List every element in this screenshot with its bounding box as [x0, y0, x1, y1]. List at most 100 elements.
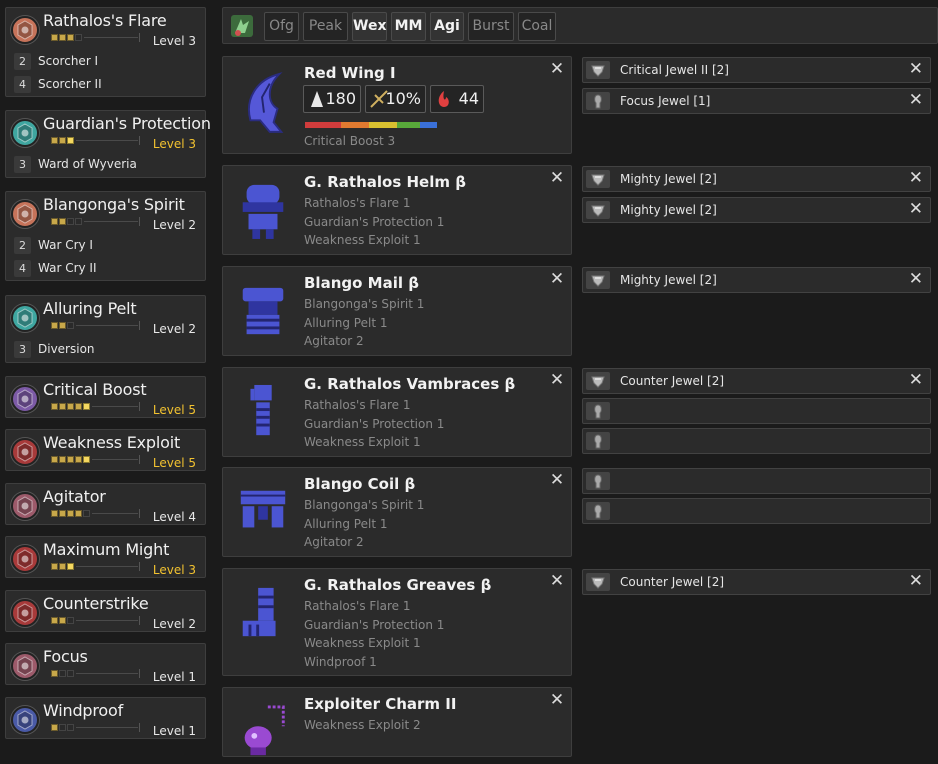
- skill-level: Level 2: [152, 322, 196, 336]
- skill-name: Alluring Pelt: [43, 299, 137, 318]
- equipment-card[interactable]: Blango Coil β ✕ Blangonga's Spirit 1 Alluri…: [222, 467, 572, 557]
- set-bonus-row: 4 Scorcher II: [6, 73, 205, 96]
- blangonga-emblem-icon: [11, 200, 39, 228]
- level-pip: [67, 510, 74, 517]
- level-pip: [59, 510, 66, 517]
- level-pip: [67, 563, 74, 570]
- skill-name: Weakness Exploit: [43, 433, 181, 452]
- app-logo-icon[interactable]: [229, 13, 255, 39]
- equipment-skill: Weakness Exploit 1: [304, 233, 421, 248]
- equipment-skill: Guardian's Protection 1: [304, 617, 445, 632]
- filter-chip-agi[interactable]: Agi: [430, 12, 464, 41]
- equipment-skill: Weakness Exploit 2: [304, 718, 421, 732]
- skill-card[interactable]: Counterstrike Level 2: [5, 590, 206, 632]
- decoration-name: Mighty Jewel [2]: [620, 273, 717, 287]
- filter-chip-peak[interactable]: Peak: [303, 12, 348, 41]
- bonus-name: War Cry I: [38, 238, 93, 252]
- equipment-card[interactable]: Exploiter Charm II ✕ Weakness Exploit 2: [222, 687, 572, 757]
- remove-equipment-button[interactable]: ✕: [549, 372, 565, 389]
- set-bonus-row: 3 Diversion: [6, 338, 205, 361]
- filter-chip-wex[interactable]: Wex: [352, 12, 387, 41]
- skill-card[interactable]: Focus Level 1: [5, 643, 206, 685]
- empty-decoration-slot[interactable]: [582, 428, 931, 454]
- equipment-skill: Weakness Exploit 1: [304, 636, 421, 651]
- remove-decoration-button[interactable]: ✕: [909, 61, 923, 78]
- skill-header: Windproof Level 1: [6, 698, 205, 740]
- equipment-card[interactable]: Red Wing I ✕ 180 10% 44 Critical Boost 3: [222, 56, 572, 154]
- remove-decoration-button[interactable]: ✕: [909, 573, 923, 590]
- level-pip: [67, 456, 74, 463]
- level-pip: [51, 137, 58, 144]
- skill-card[interactable]: Agitator Level 4: [5, 483, 206, 525]
- filter-chip-burst[interactable]: Burst: [468, 12, 514, 41]
- remove-decoration-button[interactable]: ✕: [909, 372, 923, 389]
- decoration-slot[interactable]: Focus Jewel [1] ✕: [582, 88, 931, 114]
- remove-equipment-button[interactable]: ✕: [549, 472, 565, 489]
- empty-decoration-slot[interactable]: [582, 468, 931, 494]
- equipment-card[interactable]: G. Rathalos Greaves β ✕ Rathalos's Flare 1…: [222, 568, 572, 676]
- skill-name: Windproof: [43, 701, 124, 720]
- remove-equipment-button[interactable]: ✕: [549, 170, 565, 187]
- skill-header: Agitator Level 4: [6, 484, 205, 526]
- remove-equipment-button[interactable]: ✕: [549, 692, 565, 709]
- equipment-name: G. Rathalos Greaves β: [304, 576, 492, 594]
- skill-card[interactable]: Critical Boost Level 5: [5, 376, 206, 418]
- armor-jewel-icon: [586, 201, 610, 219]
- focus-icon: [11, 652, 39, 680]
- set-bonus-row: 2 Scorcher I: [6, 50, 205, 73]
- level-pip: [83, 510, 90, 517]
- level-pip: [83, 403, 90, 410]
- bonus-piece-count: 4: [14, 260, 31, 277]
- filter-chip-coal[interactable]: Coal: [518, 12, 556, 41]
- skill-level: Level 2: [152, 218, 196, 232]
- level-pip: [51, 724, 58, 731]
- remove-equipment-button[interactable]: ✕: [549, 271, 565, 288]
- skill-card[interactable]: Weakness Exploit Level 5: [5, 429, 206, 471]
- windproof-icon: [11, 706, 39, 734]
- skill-card[interactable]: Alluring Pelt Level 2 3 Diversion: [5, 295, 206, 363]
- sharpness-orange: [340, 122, 370, 128]
- attack-stat-value: 180: [325, 89, 356, 108]
- skill-card[interactable]: Guardian's Protection Level 3 3 Ward of Wyv…: [5, 110, 211, 178]
- charm-icon: [244, 705, 285, 756]
- chest-icon: [242, 287, 284, 335]
- counterstrike-icon: [11, 599, 39, 627]
- equipment-card[interactable]: G. Rathalos Vambraces β ✕ Rathalos's Flare…: [222, 367, 572, 457]
- level-track-end: [139, 723, 140, 732]
- bonus-name: Scorcher I: [38, 54, 99, 68]
- filter-chip-mm[interactable]: MM: [391, 12, 426, 41]
- decoration-slot[interactable]: Mighty Jewel [2] ✕: [582, 166, 931, 192]
- skill-card[interactable]: Blangonga's Spirit Level 2 2 War Cry I 4 War …: [5, 191, 206, 281]
- decoration-slot[interactable]: Mighty Jewel [2] ✕: [582, 197, 931, 223]
- empty-decoration-slot[interactable]: [582, 398, 931, 424]
- decoration-slot[interactable]: Critical Jewel II [2] ✕: [582, 57, 931, 83]
- skill-card[interactable]: Maximum Might Level 3: [5, 536, 206, 578]
- remove-decoration-button[interactable]: ✕: [909, 170, 923, 187]
- armor-jewel-icon: [586, 170, 610, 188]
- equipment-card[interactable]: Blango Mail β ✕ Blangonga's Spirit 1 Alluri…: [222, 266, 572, 356]
- remove-equipment-button[interactable]: ✕: [549, 573, 565, 590]
- filter-toolbar: Ofg Peak Wex MM Agi Burst Coal: [222, 7, 938, 44]
- level-pip: [75, 510, 82, 517]
- skill-header: Alluring Pelt Level 2: [6, 296, 205, 338]
- equipment-card[interactable]: G. Rathalos Helm β ✕ Rathalos's Flare 1 Gua…: [222, 165, 572, 255]
- remove-decoration-button[interactable]: ✕: [909, 201, 923, 218]
- decoration-slot[interactable]: Counter Jewel [2] ✕: [582, 368, 931, 394]
- empty-decoration-slot[interactable]: [582, 498, 931, 524]
- sharpness-yellow: [369, 122, 398, 128]
- equipment-skill: Blangonga's Spirit 1: [304, 297, 425, 311]
- level-pip: [67, 137, 74, 144]
- skill-level: Level 1: [152, 670, 196, 684]
- decoration-slot[interactable]: Mighty Jewel [2] ✕: [582, 267, 931, 293]
- decoration-slot[interactable]: Counter Jewel [2] ✕: [582, 569, 931, 595]
- remove-decoration-button[interactable]: ✕: [909, 92, 923, 109]
- skill-card[interactable]: Windproof Level 1: [5, 697, 206, 739]
- level-track: [92, 459, 138, 460]
- skill-card[interactable]: Rathalos's Flare Level 3 2 Scorcher I 4 Scorc…: [5, 7, 206, 97]
- level-pip: [75, 403, 82, 410]
- equipment-skill: Critical Boost 3: [304, 134, 396, 148]
- remove-decoration-button[interactable]: ✕: [909, 271, 923, 288]
- remove-equipment-button[interactable]: ✕: [549, 61, 565, 78]
- filter-chip-ofg[interactable]: Ofg: [264, 12, 299, 41]
- level-track-end: [139, 321, 140, 330]
